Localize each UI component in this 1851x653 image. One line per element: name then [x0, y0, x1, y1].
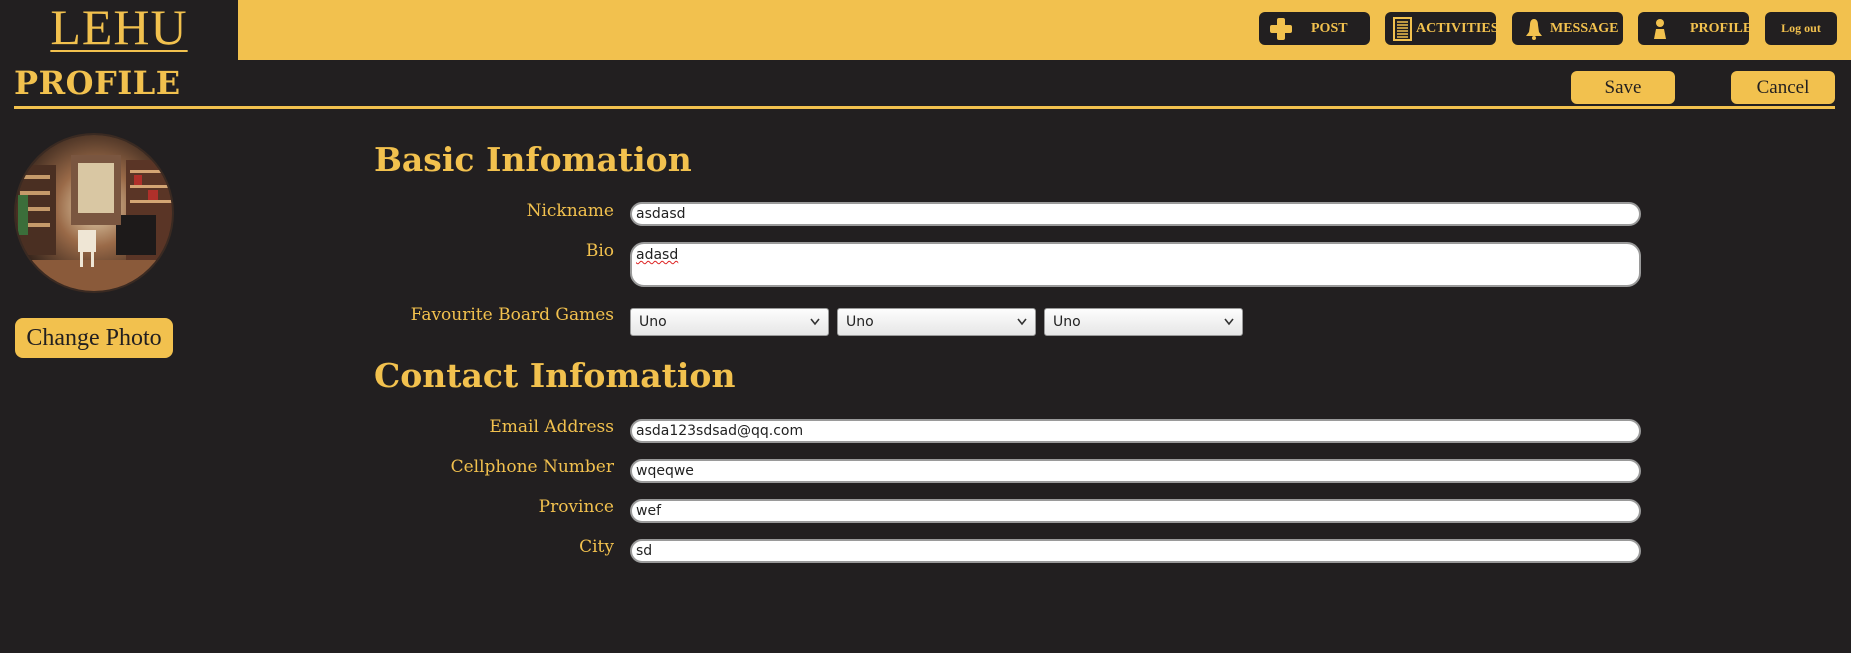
bio-text: adasd — [636, 247, 679, 263]
logout-button[interactable]: Log out — [1765, 12, 1837, 45]
nav-profile-button[interactable]: PROFILE — [1638, 12, 1753, 45]
favourite-game-select-2[interactable]: Uno — [837, 308, 1036, 336]
header-divider — [14, 106, 1835, 109]
cancel-button[interactable]: Cancel — [1731, 71, 1835, 104]
favourite-game-value-2: Uno — [846, 314, 874, 330]
province-label: Province — [538, 497, 614, 517]
chevron-down-icon — [1224, 318, 1234, 326]
logo[interactable]: LEHU — [0, 0, 238, 60]
avatar — [14, 133, 174, 293]
list-icon — [1393, 17, 1412, 41]
province-field[interactable]: wef — [630, 499, 1641, 523]
chevron-down-icon — [1017, 318, 1027, 326]
favourite-game-select-3[interactable]: Uno — [1044, 308, 1243, 336]
contact-info-heading: Contact Infomation — [374, 356, 736, 395]
email-label: Email Address — [489, 417, 614, 437]
bio-label: Bio — [585, 241, 614, 261]
favourite-game-value-3: Uno — [1053, 314, 1081, 330]
nav-activities-label: ACTIVITIES — [1416, 21, 1499, 36]
bio-textarea[interactable]: adasd — [630, 242, 1641, 287]
page-title: PROFILE — [14, 64, 181, 102]
city-field[interactable]: sd — [630, 539, 1641, 563]
cellphone-label: Cellphone Number — [450, 457, 614, 477]
email-field[interactable]: asda123sdsad@qq.com — [630, 419, 1641, 443]
nav-profile-label: PROFILE — [1690, 21, 1753, 36]
city-label: City — [579, 537, 614, 557]
favourite-games-label: Favourite Board Games — [410, 305, 614, 325]
favourite-game-value-1: Uno — [639, 314, 667, 330]
basic-info-heading: Basic Infomation — [374, 140, 692, 179]
nickname-label: Nickname — [526, 201, 614, 221]
nav-activities-button[interactable]: ACTIVITIES — [1385, 12, 1499, 45]
user-icon — [1654, 19, 1666, 39]
logo-area: LEHU — [0, 0, 238, 60]
chevron-down-icon — [810, 318, 820, 326]
favourite-game-select-1[interactable]: Uno — [630, 308, 829, 336]
plus-icon — [1270, 18, 1292, 40]
nav-post-label: POST — [1311, 21, 1348, 36]
bell-icon — [1526, 19, 1542, 40]
nav-message-button[interactable]: MESSAGE — [1512, 12, 1623, 45]
nav-message-label: MESSAGE — [1550, 21, 1619, 36]
nickname-input[interactable]: asdasd — [630, 202, 1641, 226]
cellphone-field[interactable]: wqeqwe — [630, 459, 1641, 483]
change-photo-button[interactable]: Change Photo — [15, 318, 173, 358]
nav-post-button[interactable]: POST — [1259, 12, 1370, 45]
save-button[interactable]: Save — [1571, 71, 1675, 104]
avatar-photo — [16, 135, 172, 291]
